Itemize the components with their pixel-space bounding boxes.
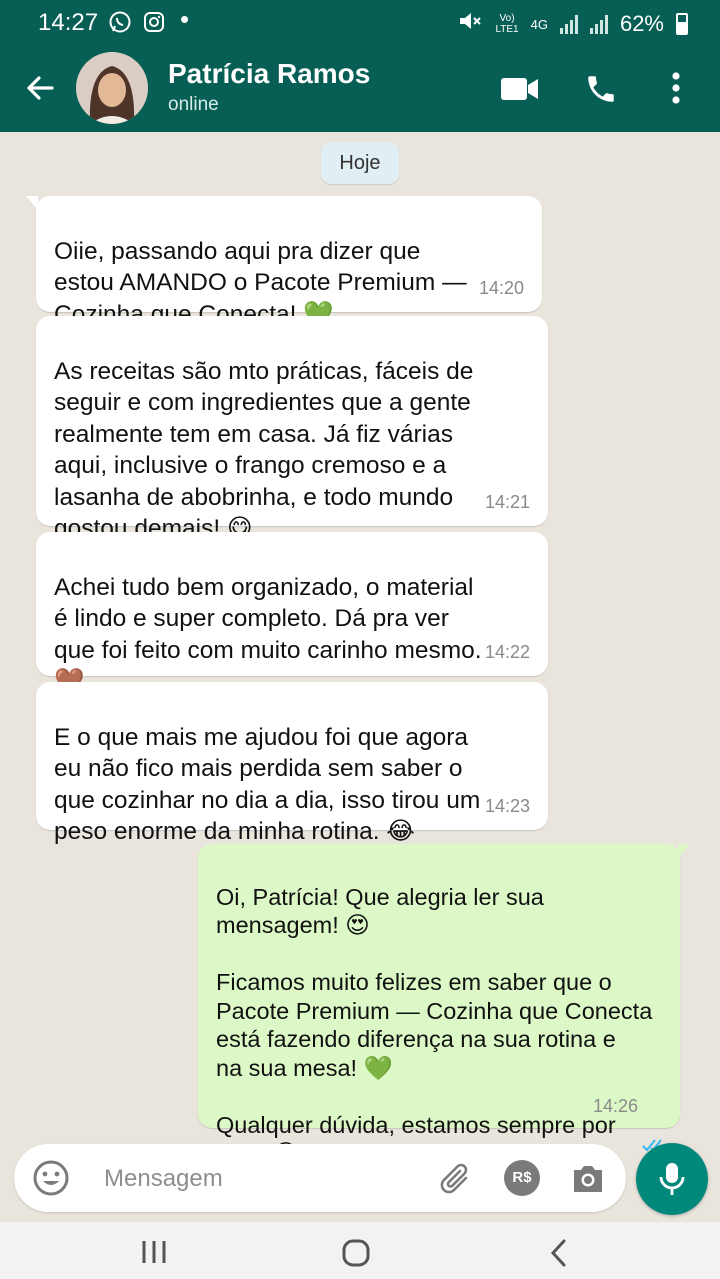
contact-name[interactable]: Patrícia Ramos <box>168 58 370 90</box>
attach-icon[interactable] <box>438 1160 472 1201</box>
message-text: Oi, Patrícia! Que alegria ler sua mensag… <box>216 883 653 1167</box>
chat-header: Patrícia Ramos online <box>0 46 720 132</box>
volte-indicator: Vo) LTE1 <box>495 13 519 35</box>
message-time: 14:20 <box>478 277 524 298</box>
message-time: 14:21 <box>484 491 530 512</box>
back-icon[interactable] <box>548 1238 568 1273</box>
recent-apps-icon[interactable] <box>140 1238 168 1271</box>
message-time: 14:22 <box>484 641 530 662</box>
battery-percent: 62% <box>619 11 664 36</box>
payment-icon[interactable]: R$ <box>504 1160 540 1196</box>
message-bubble-incoming[interactable]: Achei tudo bem organizado, o material é … <box>36 532 548 695</box>
camera-icon[interactable] <box>570 1162 606 1199</box>
mic-button[interactable] <box>636 1143 708 1215</box>
chat-area[interactable]: Hoje Oiie, passando aqui pra dizer que e… <box>0 132 720 1166</box>
system-nav-bar <box>0 1222 720 1279</box>
signal-icon <box>559 14 578 34</box>
home-icon[interactable] <box>341 1238 371 1273</box>
message-time: 14:23 <box>484 795 530 816</box>
message-input-bar[interactable]: Mensagem R$ <box>14 1144 626 1212</box>
emoji-icon[interactable] <box>32 1159 70 1202</box>
instagram-icon <box>142 10 166 40</box>
phone-icon[interactable] <box>584 72 618 111</box>
status-time: 14:27 <box>38 9 99 36</box>
video-call-icon[interactable] <box>500 76 540 107</box>
message-text: Achei tudo bem organizado, o material é … <box>54 573 482 696</box>
contact-status: online <box>168 94 219 115</box>
mute-icon <box>457 9 483 39</box>
whatsapp-icon <box>108 10 132 40</box>
message-text: E o que mais me ajudou foi que agora eu … <box>54 723 481 846</box>
status-bar: 14:27 • Vo) LTE1 4G 62% <box>0 0 720 46</box>
message-text: Oiie, passando aqui pra dizer que estou … <box>54 237 467 328</box>
battery-icon <box>676 13 688 35</box>
avatar[interactable] <box>76 52 148 124</box>
network-type: 4G <box>530 16 548 32</box>
mic-icon <box>658 1161 686 1202</box>
message-bubble-outgoing[interactable]: Oi, Patrícia! Que alegria ler sua mensag… <box>198 844 690 1166</box>
message-bubble-incoming[interactable]: As receitas são mto práticas, fáceis de … <box>36 316 548 542</box>
message-input[interactable]: Mensagem <box>104 1165 223 1193</box>
message-text: As receitas são mto práticas, fáceis de … <box>54 357 474 543</box>
back-arrow-icon[interactable] <box>22 70 58 106</box>
read-receipt-icon <box>642 1102 668 1151</box>
dot-icon: • <box>180 4 190 34</box>
date-chip: Hoje <box>321 142 399 184</box>
more-vert-icon[interactable] <box>670 70 682 111</box>
message-time: 14:26 <box>592 1095 638 1116</box>
message-bubble-incoming[interactable]: E o que mais me ajudou foi que agora eu … <box>36 682 548 845</box>
signal-icon-2 <box>589 14 608 34</box>
message-bubble-incoming[interactable]: Oiie, passando aqui pra dizer que estou … <box>26 196 542 328</box>
